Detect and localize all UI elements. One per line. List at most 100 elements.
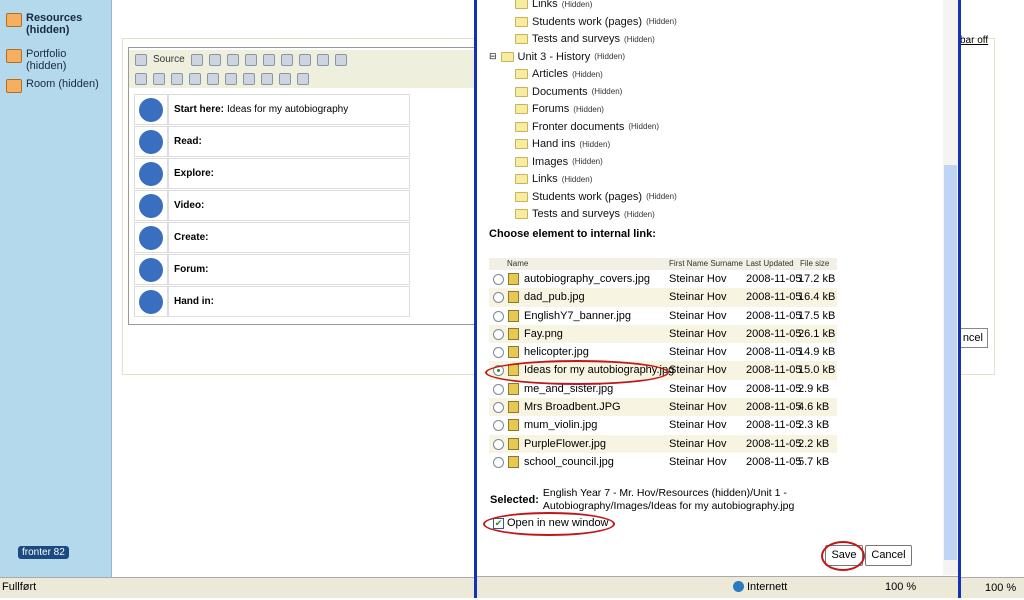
editor-table-row[interactable]: Video: [134,190,410,221]
hidden-tag: (Hidden) [579,139,611,149]
file-author: Steinar Hov [669,455,727,468]
file-radio[interactable] [493,438,504,450]
highlight-ring-selected-file [485,360,669,385]
outdent-icon[interactable] [189,72,201,85]
align-right-icon[interactable] [171,72,183,85]
image-file-icon [508,419,519,432]
editor-table-row[interactable]: Start here: Ideas for my autobiography [134,94,410,125]
tree-item[interactable]: Articles (Hidden) [515,68,603,80]
editor-table-row[interactable]: Create: [134,222,410,253]
paste-icon[interactable] [244,53,257,66]
collapse-icon[interactable]: ⊟ [489,51,497,62]
file-name[interactable]: school_council.jpg [524,456,614,468]
align-left-icon[interactable] [135,72,147,85]
file-row[interactable]: Fay.png Steinar Hov 2008-11-05 26.1 kB [489,324,837,344]
file-radio[interactable] [493,310,504,322]
tree-item[interactable]: Students work (pages) (Hidden) [515,16,677,28]
file-date: 2008-11-05 [746,401,802,414]
file-size: 17.5 kB [798,309,836,322]
tree-item[interactable]: ⊟ Unit 3 - History (Hidden) [489,51,625,63]
rich-text-editor[interactable]: Source Start here: Ideas for my autobiogr… [128,47,475,325]
column-updated[interactable]: Last Updated [746,259,794,268]
tree-item[interactable]: Fronter documents (Hidden) [515,121,659,133]
table-icon[interactable] [261,72,273,85]
highlight-ring-checkbox [483,512,615,536]
toolbar-off-link[interactable]: bar off [960,35,988,46]
file-name[interactable]: helicopter.jpg [524,346,589,358]
file-row[interactable]: autobiography_covers.jpg Steinar Hov 2008-… [489,270,837,288]
tree-item[interactable]: Hand ins (Hidden) [515,138,610,150]
file-radio[interactable] [493,274,504,285]
tree-item[interactable]: Images (Hidden) [515,156,603,168]
file-name[interactable]: dad_pub.jpg [524,291,585,303]
row-label: Video: [174,200,205,211]
copy-icon[interactable] [226,53,239,66]
column-size[interactable]: File size [800,259,829,268]
tree-item[interactable]: Tests and surveys (Hidden) [515,33,655,45]
selected-path: Selected: English Year 7 - Mr. Hov/Resou… [490,487,803,513]
file-row[interactable]: dad_pub.jpg Steinar Hov 2008-11-05 16.4 kB [489,288,837,307]
file-row[interactable]: mum_violin.jpg Steinar Hov 2008-11-05 2.3 k… [489,416,837,434]
sidebar-item[interactable]: Room (hidden) [6,78,116,93]
fronter-logo[interactable]: fronter 82 [18,546,69,559]
tree-item[interactable]: Forums (Hidden) [515,103,604,115]
column-author[interactable]: First Name Surname [669,259,743,268]
file-row[interactable]: Mrs Broadbent.JPG Steinar Hov 2008-11-05 4.… [489,398,837,417]
file-row[interactable]: EnglishY7_banner.jpg Steinar Hov 2008-11-0… [489,307,837,325]
image-file-icon [508,327,519,340]
file-row[interactable]: helicopter.jpg Steinar Hov 2008-11-05 14.9 … [489,343,837,361]
folder-icon [6,13,22,27]
tree-item-label: Tests and surveys [532,33,621,45]
file-row[interactable]: school_council.jpg Steinar Hov 2008-11-05 5… [489,453,837,471]
tree-item[interactable]: Links (Hidden) [515,0,592,10]
column-name[interactable]: Name [507,259,528,268]
sidebar-item[interactable]: Resources (hidden) [6,12,86,36]
file-name[interactable]: PurpleFlower.jpg [524,438,606,450]
globe-icon [733,581,744,592]
file-radio[interactable] [493,420,504,432]
numbered-list-icon[interactable] [243,72,255,85]
file-radio[interactable] [493,328,504,340]
tree-item[interactable]: Students work (pages) (Hidden) [515,191,677,203]
preview-icon[interactable] [190,53,203,66]
file-name[interactable]: autobiography_covers.jpg [524,273,650,285]
editor-table-row[interactable]: Read: [134,126,410,157]
tree-item[interactable]: Links (Hidden) [515,173,592,185]
link-icon[interactable] [334,53,347,66]
undo-icon[interactable] [262,53,275,66]
sidebar-item[interactable]: Portfolio (hidden) [6,48,86,72]
indent-icon[interactable] [207,72,219,85]
file-name[interactable]: Mrs Broadbent.JPG [524,401,621,413]
bullet-list-icon[interactable] [225,72,237,85]
file-row[interactable]: PurpleFlower.jpg Steinar Hov 2008-11-05 2.2… [489,434,837,453]
find-icon[interactable] [279,72,291,85]
file-radio[interactable] [493,456,504,468]
cancel-button[interactable]: Cancel [865,545,912,566]
file-radio[interactable] [493,402,504,414]
file-name[interactable]: EnglishY7_banner.jpg [524,310,631,322]
editor-table-row[interactable]: Hand in: [134,286,410,317]
align-center-icon[interactable] [153,72,165,85]
cut-icon[interactable] [208,53,221,66]
editor-table-row[interactable]: Explore: [134,158,410,189]
source-button[interactable]: Source [153,54,185,65]
zone-label: Internett [747,581,788,593]
file-radio[interactable] [493,292,504,304]
tree-item-label: Students work (pages) [532,15,643,28]
spellcheck-icon[interactable] [297,72,309,85]
image-icon[interactable] [298,53,311,66]
tree-item[interactable]: Tests and surveys (Hidden) [515,208,655,220]
flash-icon[interactable] [316,53,329,66]
redo-icon[interactable] [280,53,293,66]
popup-zoom-level[interactable]: 100 % [885,581,916,593]
file-radio[interactable] [493,383,504,395]
popup-scrollbar-thumb[interactable] [944,165,957,560]
zoom-level[interactable]: 100 % [985,582,1016,594]
file-size: 5.7 kB [798,455,830,468]
file-radio[interactable] [493,347,504,359]
file-name[interactable]: Fay.png [524,328,563,340]
tree-item[interactable]: Documents (Hidden) [515,86,622,98]
editor-table-row[interactable]: Forum: [134,254,410,285]
file-name[interactable]: mum_violin.jpg [524,419,597,431]
source-icon[interactable] [135,53,147,66]
